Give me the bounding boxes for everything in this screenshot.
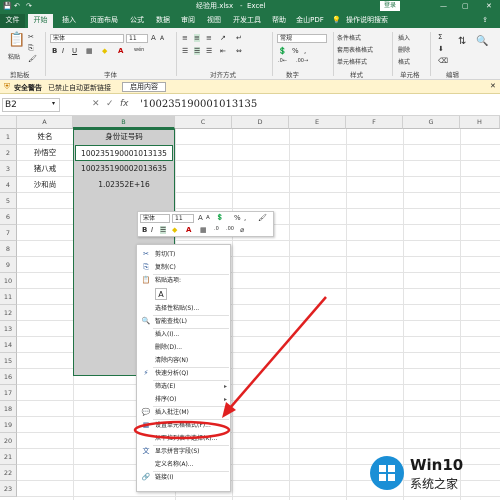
annotation-arrow-line [229, 296, 327, 409]
watermark-text-2: 系统之家 [410, 477, 459, 491]
windows-logo-icon [370, 456, 404, 490]
highlight-ellipse [133, 420, 231, 440]
watermark-text-1: Win10 [410, 456, 464, 474]
watermark: Win10 系统之家 [370, 454, 492, 494]
annotation-overlay [133, 296, 327, 440]
